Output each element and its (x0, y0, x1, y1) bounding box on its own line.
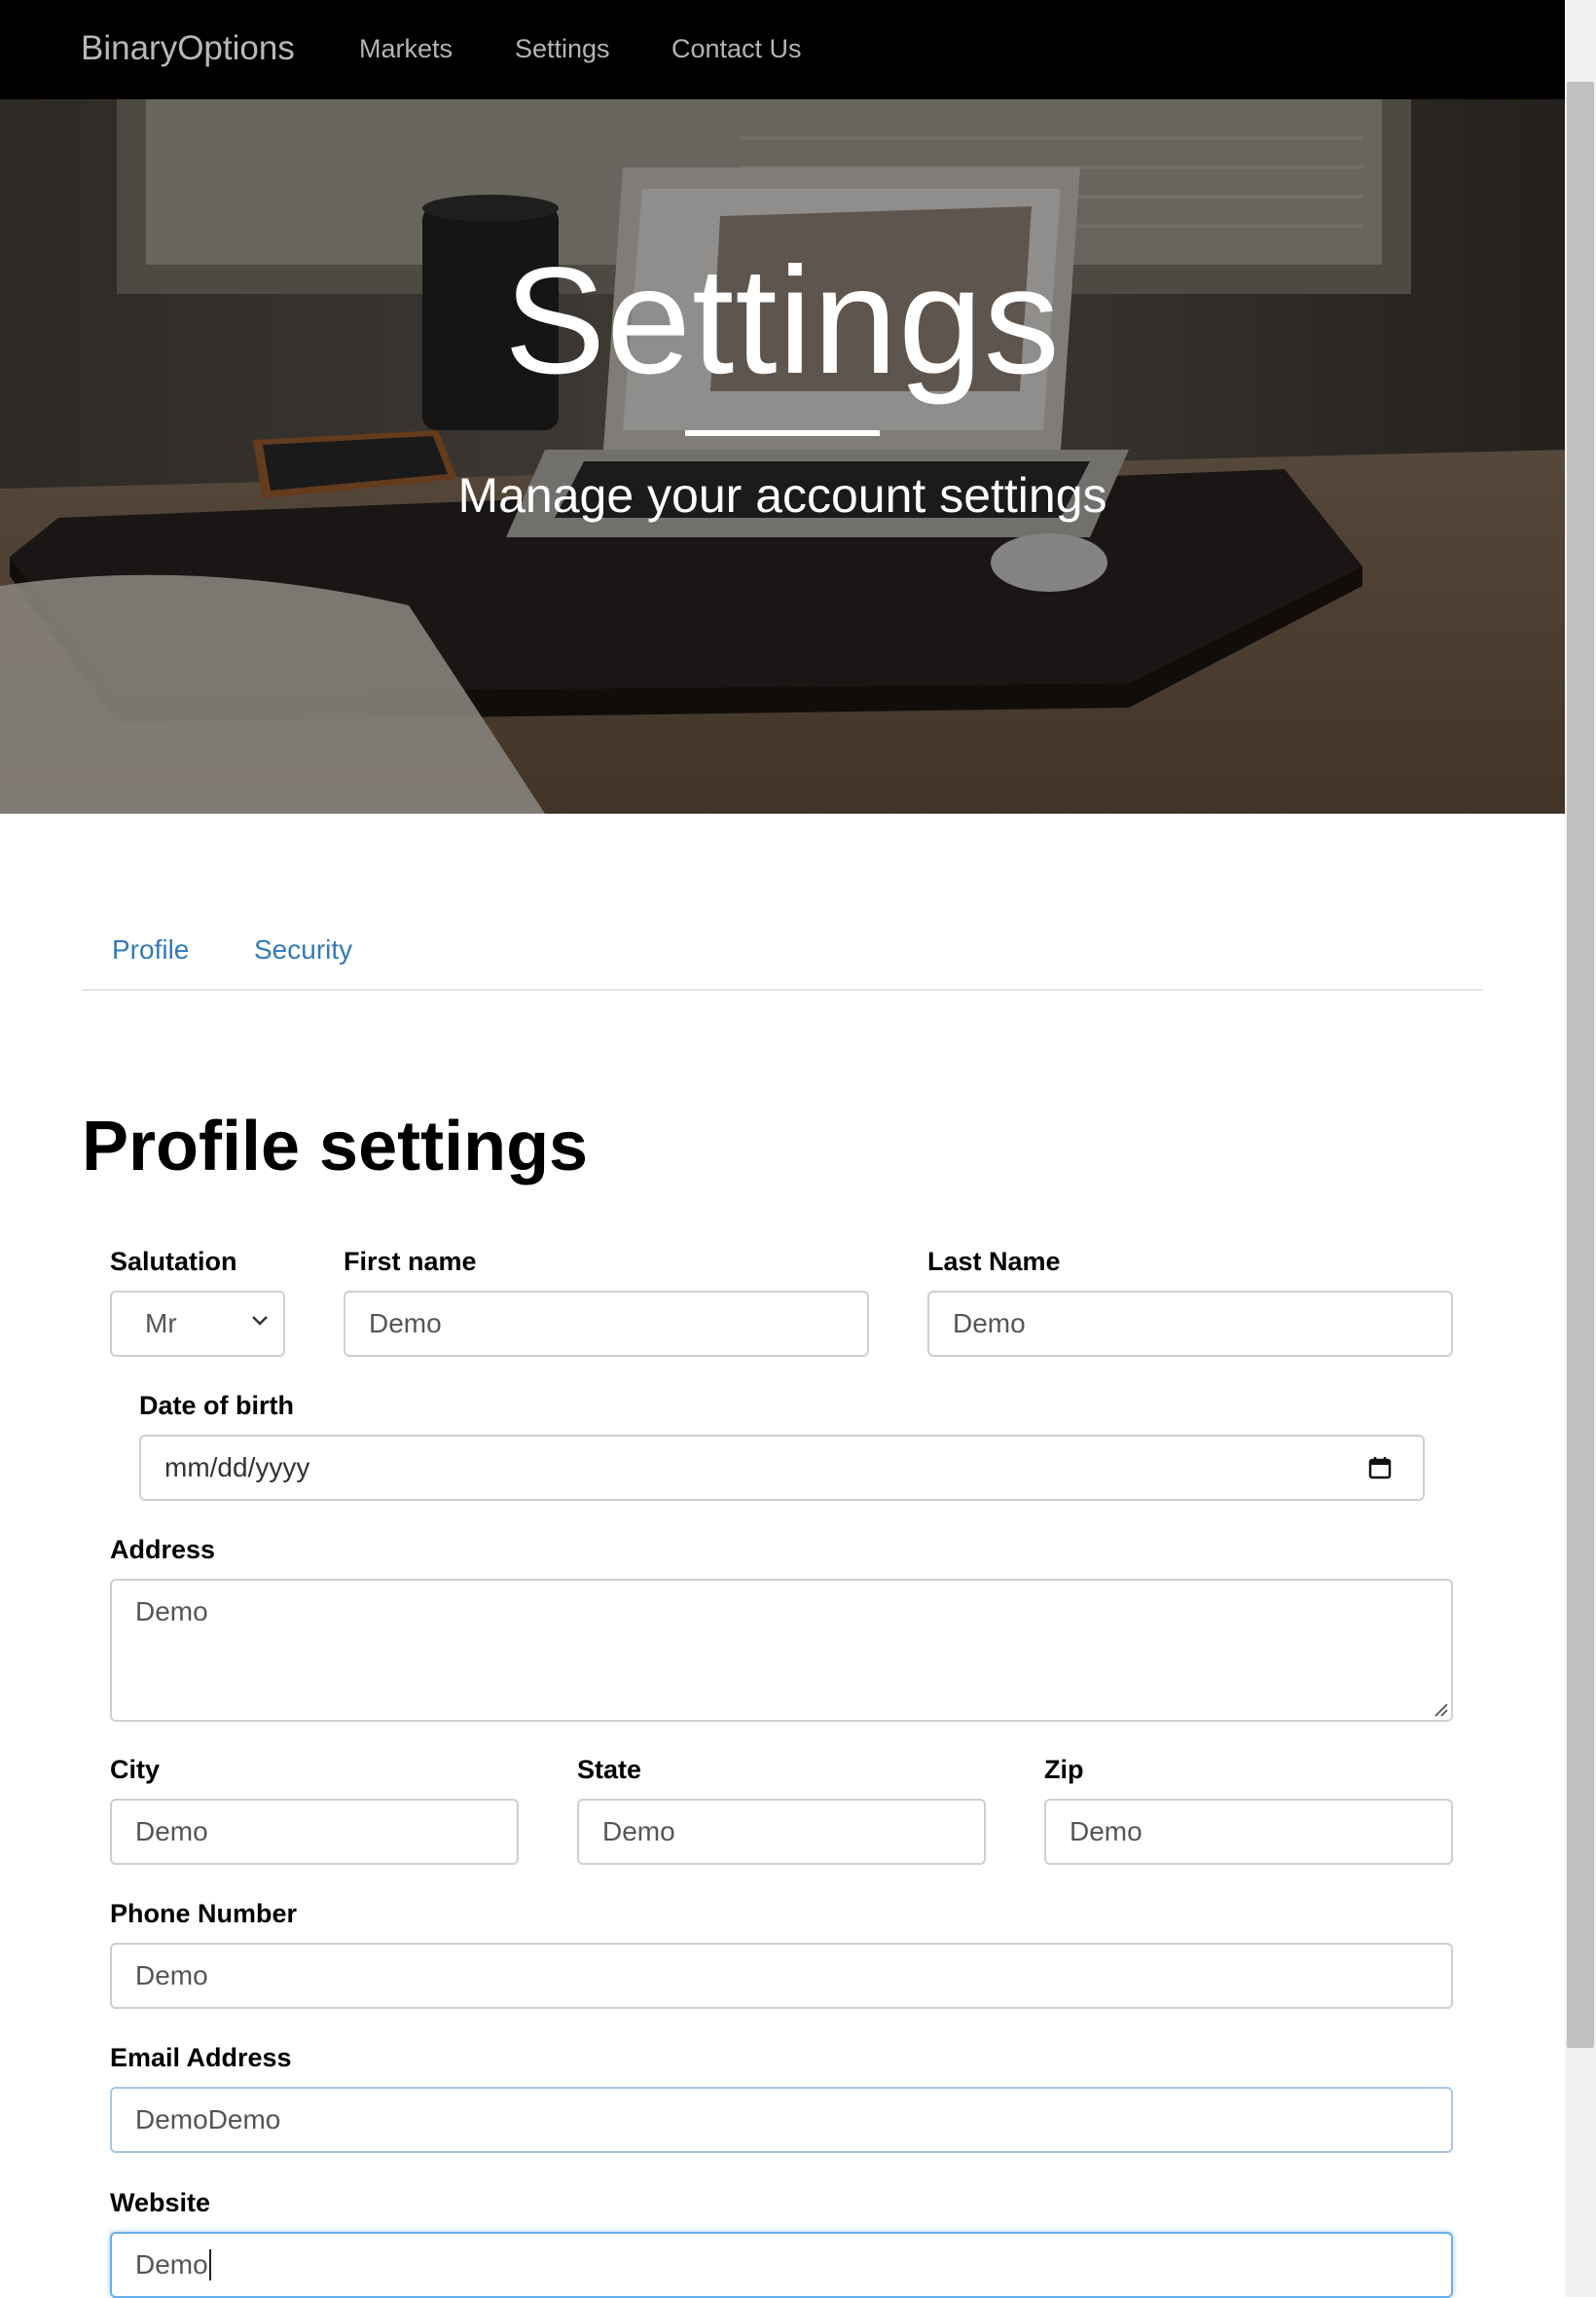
nav-link-markets[interactable]: Markets (359, 31, 453, 66)
top-navbar: BinaryOptions Markets Settings Contact U… (0, 0, 1565, 99)
zip-input[interactable]: Demo (1044, 1799, 1453, 1865)
phone-number-label: Phone Number (110, 1899, 298, 1928)
hero-title: Settings (504, 237, 1061, 406)
text-cursor (208, 2249, 211, 2280)
address-textarea[interactable]: Demo (110, 1579, 1453, 1722)
calendar-icon[interactable] (1366, 1454, 1394, 1481)
state-value: Demo (602, 1816, 675, 1846)
first-name-input[interactable]: Demo (344, 1291, 869, 1357)
date-of-birth-input[interactable]: mm/dd/yyyy (139, 1435, 1425, 1501)
city-input[interactable]: Demo (110, 1799, 519, 1865)
zip-label: Zip (1044, 1755, 1084, 1784)
zip-value: Demo (1070, 1816, 1143, 1846)
profile-settings-heading: Profile settings (82, 1108, 589, 1185)
email-address-label: Email Address (110, 2043, 292, 2072)
city-label: City (110, 1755, 161, 1784)
salutation-select[interactable]: Mr (110, 1291, 285, 1357)
hero-banner: Settings Manage your account settings (0, 99, 1565, 814)
salutation-label: Salutation (110, 1247, 237, 1276)
address-label: Address (110, 1535, 216, 1564)
first-name-value: Demo (369, 1308, 442, 1338)
last-name-label: Last Name (927, 1247, 1061, 1276)
state-label: State (577, 1755, 642, 1784)
phone-number-value: Demo (135, 1960, 208, 1990)
nav-link-settings[interactable]: Settings (515, 31, 610, 66)
tab-security[interactable]: Security (254, 930, 352, 969)
date-of-birth-placeholder: mm/dd/yyyy (164, 1452, 310, 1482)
city-value: Demo (135, 1816, 208, 1846)
brand-logo-link[interactable]: BinaryOptions (81, 27, 295, 70)
state-input[interactable]: Demo (577, 1799, 986, 1865)
chevron-down-icon (252, 1316, 268, 1326)
phone-number-input[interactable]: Demo (110, 1943, 1453, 2009)
date-of-birth-label: Date of birth (139, 1391, 294, 1420)
tab-profile[interactable]: Profile (112, 930, 189, 969)
hero-subtitle: Manage your account settings (457, 468, 1107, 523)
address-value: Demo (135, 1596, 208, 1626)
website-label: Website (110, 2188, 211, 2217)
email-address-value: DemoDemo (135, 2104, 281, 2134)
page-scrollbar-thumb[interactable] (1567, 82, 1594, 2048)
last-name-value: Demo (953, 1308, 1026, 1338)
tabs-divider (82, 989, 1483, 991)
first-name-label: First name (344, 1247, 477, 1276)
email-address-input[interactable]: DemoDemo (110, 2087, 1453, 2153)
salutation-value: Mr (145, 1308, 177, 1338)
last-name-input[interactable]: Demo (927, 1291, 1453, 1357)
nav-link-contact-us[interactable]: Contact Us (671, 31, 802, 66)
resize-grip-icon[interactable] (1432, 1700, 1449, 1718)
hero-background-image (0, 99, 1565, 814)
website-value: Demo (135, 2249, 208, 2280)
website-input[interactable]: Demo (110, 2232, 1453, 2298)
hero-divider (685, 430, 880, 436)
